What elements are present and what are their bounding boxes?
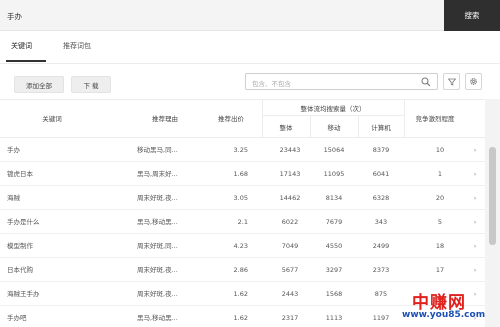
reason-cell: 黑马,移动黑...	[137, 218, 178, 226]
header-reason: 推荐理由	[152, 115, 178, 123]
table-row[interactable]: 海贼 周末好斑,夜... 3.05 14462 8134 6328 20 ›	[0, 186, 485, 210]
reason-cell: 周末好斑,夜...	[137, 290, 178, 298]
price-cell: 2.86	[233, 266, 248, 274]
total-cell: 7049	[281, 242, 299, 250]
total-cell: 2317	[281, 314, 299, 322]
table-row[interactable]: 手办 移动黑马,同... 3.25 23443 15064 8379 10 ›	[0, 138, 485, 162]
price-cell: 4.23	[233, 242, 248, 250]
competition-cell: 10	[435, 146, 445, 154]
pc-cell: 6328	[372, 194, 390, 202]
reason-cell: 周末好斑,同...	[137, 242, 178, 250]
gear-icon	[470, 78, 477, 85]
header-mobile[interactable]: 移动	[310, 122, 358, 132]
total-cell: 2443	[281, 290, 299, 298]
total-cell: 14462	[279, 194, 301, 202]
table-row[interactable]: 镀虎日本 黑马,周末好... 1.68 17143 11095 6041 1 ›	[0, 162, 485, 186]
pc-cell: 2499	[372, 242, 390, 250]
competition-cell: 20	[435, 194, 445, 202]
header-total[interactable]: 整体	[262, 122, 310, 132]
mobile-cell: 3297	[325, 266, 343, 274]
pc-cell: 1197	[372, 314, 390, 322]
settings-button[interactable]	[465, 73, 482, 90]
tab-bar: 关键词 推荐词包	[0, 31, 500, 64]
row-expand-chevron-icon[interactable]: ›	[470, 138, 480, 162]
keyword-cell: 海贼	[7, 194, 20, 202]
reason-cell: 移动黑马,同...	[137, 146, 178, 154]
mobile-cell: 11095	[323, 170, 345, 178]
active-tab-indicator	[6, 60, 46, 62]
mobile-cell: 1568	[325, 290, 343, 298]
pc-cell: 8379	[372, 146, 390, 154]
toolbar: 添加全部 下 载 包含、不包含	[0, 64, 500, 102]
search-button[interactable]: 搜索	[444, 0, 500, 31]
keyword-cell: 手办吧	[7, 314, 27, 322]
keyword-cell: 模型制作	[7, 242, 33, 250]
row-expand-chevron-icon[interactable]: ›	[470, 234, 480, 258]
row-expand-chevron-icon[interactable]: ›	[470, 210, 480, 234]
price-cell: 1.62	[233, 314, 248, 322]
table-row[interactable]: 日本代购 周末好斑,夜... 2.86 5677 3297 2373 17 ›	[0, 258, 485, 282]
download-button[interactable]: 下 载	[71, 76, 111, 93]
competition-cell: 5	[437, 218, 443, 226]
funnel-icon	[447, 78, 456, 86]
site-watermark: 中赚网 www.you85.com	[402, 288, 492, 324]
reason-cell: 周末好斑,夜...	[137, 194, 178, 202]
reason-cell: 周末好斑,夜...	[137, 266, 178, 274]
price-cell: 2.1	[237, 218, 248, 226]
tab-recommended-packs[interactable]: 推荐词包	[63, 41, 91, 51]
row-expand-chevron-icon[interactable]: ›	[470, 258, 480, 282]
row-expand-chevron-icon[interactable]: ›	[470, 186, 480, 210]
reason-cell: 黑马,周末好...	[137, 170, 178, 178]
competition-cell: 17	[435, 266, 445, 274]
keyword-cell: 镀虎日本	[7, 170, 33, 178]
mobile-cell: 4550	[325, 242, 343, 250]
total-cell: 5677	[281, 266, 299, 274]
keyword-cell: 手办是什么	[7, 218, 40, 226]
add-all-button[interactable]: 添加全部	[14, 76, 64, 93]
watermark-url: www.you85.com	[402, 310, 486, 320]
reason-cell: 黑马,移动黑...	[137, 314, 178, 322]
competition-cell: 18	[435, 242, 445, 250]
keyword-cell: 海贼王手办	[7, 290, 40, 298]
keyword-cell: 日本代购	[7, 266, 33, 274]
search-input[interactable]: 手办	[7, 11, 22, 22]
filter-button[interactable]	[443, 73, 460, 90]
header-price[interactable]: 推荐出价	[205, 113, 257, 123]
price-cell: 1.68	[233, 170, 248, 178]
competition-cell: 1	[437, 170, 443, 178]
header-keyword[interactable]: 关键词	[7, 113, 97, 123]
keyword-cell: 手办	[7, 146, 20, 154]
price-cell: 3.25	[233, 146, 248, 154]
pc-cell: 343	[374, 218, 388, 226]
total-cell: 23443	[279, 146, 301, 154]
mobile-cell: 7679	[325, 218, 343, 226]
total-cell: 17143	[279, 170, 301, 178]
table-row[interactable]: 模型制作 周末好斑,同... 4.23 7049 4550 2499 18 ›	[0, 234, 485, 258]
header-pc[interactable]: 计算机	[358, 122, 404, 132]
pc-cell: 6041	[372, 170, 390, 178]
pc-cell: 875	[374, 290, 388, 298]
search-icon[interactable]	[421, 77, 431, 87]
mobile-cell: 15064	[323, 146, 345, 154]
filter-input[interactable]: 包含、不包含	[245, 73, 438, 90]
top-search-bar: 手办 搜索	[0, 0, 500, 31]
scrollbar-thumb[interactable]	[489, 147, 496, 245]
row-expand-chevron-icon[interactable]: ›	[470, 162, 480, 186]
mobile-cell: 1113	[325, 314, 343, 322]
table-row[interactable]: 手办是什么 黑马,移动黑... 2.1 6022 7679 343 5 ›	[0, 210, 485, 234]
header-search-volume-group: 整体流均搜索量（次）	[300, 105, 366, 113]
total-cell: 6022	[281, 218, 299, 226]
filter-placeholder: 包含、不包含	[252, 80, 291, 88]
header-competition[interactable]: 竞争激烈程度	[404, 113, 466, 123]
price-cell: 1.62	[233, 290, 248, 298]
mobile-cell: 8134	[325, 194, 343, 202]
pc-cell: 2373	[372, 266, 390, 274]
price-cell: 3.05	[233, 194, 248, 202]
tab-keywords[interactable]: 关键词	[11, 41, 32, 51]
